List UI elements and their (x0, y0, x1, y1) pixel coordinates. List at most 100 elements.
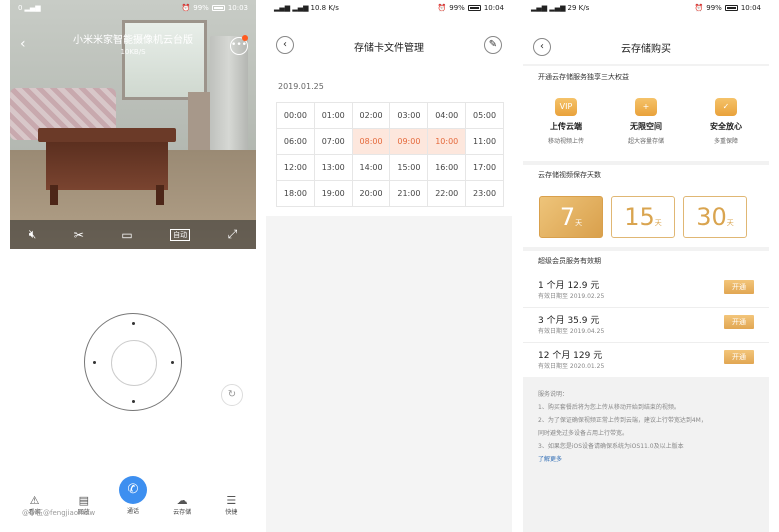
watermark: @小伍@fengjiaomuw (22, 509, 96, 517)
cloud-icon: ☁ (176, 494, 188, 507)
benefit-space: + 无限空间 超大容量存储 (611, 98, 681, 145)
hour-cell[interactable]: 00:00 (277, 103, 315, 129)
status-left: 0 (18, 4, 23, 12)
notes-title: 服务说明： (538, 391, 569, 398)
benefits-title: 开通云存储服务独享三大权益 (538, 73, 629, 81)
right-direction-icon[interactable] (171, 361, 174, 364)
alarm-icon: ⚠ (29, 494, 40, 507)
hour-cell[interactable]: 04:00 (428, 103, 467, 129)
fullscreen-icon[interactable]: ⤢ (228, 227, 238, 242)
down-direction-icon[interactable] (132, 400, 135, 403)
call-button[interactable]: ✆ (119, 476, 147, 504)
hour-cell[interactable]: 20:00 (352, 181, 391, 207)
status-bar: 0 ▂▄▆ ⏰ 99% 10:03 (10, 0, 256, 16)
playback-icon: ▤ (78, 494, 89, 507)
network-speed: 10.8 K/s (310, 4, 339, 12)
phone-icon: ✆ (127, 482, 139, 497)
benefit-sub: 移动视频上传 (547, 138, 584, 145)
note-line: 2、为了保证确保视频正常上传到云端，建议上行带宽达到4M， (538, 417, 707, 424)
activate-button[interactable]: 开通 (724, 315, 754, 329)
alarm-clock-icon: ⏰ (181, 4, 191, 12)
hour-cell[interactable]: 02:00 (352, 103, 391, 129)
hour-cell[interactable]: 11:00 (466, 129, 504, 155)
hour-cell[interactable]: 18:00 (277, 181, 315, 207)
notification-dot (242, 35, 248, 41)
battery-percent: 99% (193, 4, 209, 12)
up-direction-icon[interactable] (132, 322, 135, 325)
benefit-sub: 多重保障 (713, 138, 738, 145)
hour-grid: 00:00 01:00 02:00 03:00 04:00 05:00 06:00 07:00… (276, 102, 504, 207)
reset-position-icon[interactable]: ↻ (221, 384, 243, 406)
video-control-bar: 🔇︎ ✂ ▭ 自动 ⤢ (10, 220, 256, 249)
record-icon[interactable]: ▭ (121, 228, 132, 242)
battery-percent: 99% (449, 4, 465, 12)
plan-expiry: 有效日期至 2020.01.25 (538, 363, 605, 370)
stream-speed: 10KB/S (120, 48, 146, 56)
call-label: 通话 (126, 508, 139, 515)
hour-cell[interactable]: 12:00 (277, 155, 315, 181)
benefit-security: ✓ 安全放心 多重保障 (691, 98, 761, 145)
video-header: 小米米家智能摄像机云台版 10KB/S (10, 34, 256, 62)
note-line: 1、购买套餐后将为您上传从移动开始到结束的视频。 (538, 404, 680, 411)
page-title: 存储卡文件管理 (354, 43, 424, 54)
hour-cell[interactable]: 22:00 (428, 181, 467, 207)
days-option-15[interactable]: 15天 (611, 196, 675, 238)
file-date: 2019.01.25 (278, 82, 324, 91)
hour-cell[interactable]: 08:00 (352, 129, 391, 155)
benefit-title: 安全放心 (710, 122, 742, 131)
battery-percent: 99% (706, 4, 722, 12)
hour-cell[interactable]: 01:00 (314, 103, 353, 129)
hour-cell[interactable]: 16:00 (428, 155, 467, 181)
hour-cell[interactable]: 06:00 (277, 129, 315, 155)
hour-cell[interactable]: 21:00 (390, 181, 429, 207)
hour-cell[interactable]: 19:00 (314, 181, 353, 207)
tab-shortcuts[interactable]: ☰ 快捷 (211, 494, 251, 516)
status-time: 10:04 (740, 4, 761, 12)
mute-icon[interactable]: 🔇︎ (29, 227, 37, 242)
signal-icon: ▂▄▆ ▂▄▆ (531, 4, 566, 12)
alarm-clock-icon: ⏰ (437, 4, 447, 12)
days-number: 30 (696, 203, 727, 231)
activate-button[interactable]: 开通 (724, 350, 754, 364)
battery-icon (211, 5, 225, 11)
menu-icon: ☰ (226, 494, 237, 507)
activate-button[interactable]: 开通 (724, 280, 754, 294)
video-table-body (46, 142, 168, 190)
hour-cell[interactable]: 07:00 (314, 129, 353, 155)
pan-tilt-center[interactable] (111, 340, 157, 386)
plan-name: 3 个月 35.9 元 (538, 316, 600, 326)
tab-cloud-storage[interactable]: ☁ 云存储 (162, 494, 202, 516)
alarm-clock-icon: ⏰ (694, 4, 704, 12)
plan-row-12-months: 12 个月 129 元 有效日期至 2020.01.25 开通 (523, 346, 769, 378)
pan-tilt-control[interactable] (84, 313, 182, 411)
note-line: 3、如果您是iOS设备请确保系统为iOS11.0及以上版本 (538, 443, 684, 450)
video-table-top (38, 128, 176, 142)
plan-row-3-months: 3 个月 35.9 元 有效日期至 2019.04.25 开通 (523, 311, 769, 343)
plan-expiry: 有效日期至 2019.04.25 (538, 328, 605, 335)
left-direction-icon[interactable] (93, 361, 96, 364)
hour-cell[interactable]: 23:00 (466, 181, 504, 207)
edit-button[interactable]: ✎ (484, 36, 502, 54)
hour-cell[interactable]: 15:00 (390, 155, 429, 181)
screenshot-icon[interactable]: ✂ (74, 228, 84, 242)
service-notes: 服务说明： 1、购买套餐后将为您上传从移动开始到结束的视频。 2、为了保证确保视… (538, 388, 759, 466)
hour-cell[interactable]: 05:00 (466, 103, 504, 129)
resolution-auto-button[interactable]: 自动 (170, 228, 191, 241)
learn-more-link[interactable]: 了解更多 (538, 453, 759, 466)
plan-name: 12 个月 129 元 (538, 351, 603, 361)
hour-cell[interactable]: 09:00 (390, 129, 429, 155)
days-option-30[interactable]: 30天 (683, 196, 747, 238)
benefit-title: 上传云端 (550, 122, 582, 131)
hour-cell[interactable]: 10:00 (428, 129, 467, 155)
hour-cell[interactable]: 17:00 (466, 155, 504, 181)
hour-cell[interactable]: 03:00 (390, 103, 429, 129)
signal-icon: ▂▄▆ (24, 4, 41, 12)
status-bar: ▂▄▆ ▂▄▆ 29 K/s ⏰ 99% 10:04 (523, 0, 769, 16)
plans-section: 超级会员服务有效期 1 个月 12.9 元 有效日期至 2019.02.25 开… (523, 251, 769, 377)
days-option-7[interactable]: 7天 (539, 196, 603, 238)
plan-expiry: 有效日期至 2019.02.25 (538, 293, 605, 300)
video-table-leg (156, 185, 164, 205)
days-unit: 天 (726, 219, 734, 227)
hour-cell[interactable]: 14:00 (352, 155, 391, 181)
hour-cell[interactable]: 13:00 (314, 155, 353, 181)
